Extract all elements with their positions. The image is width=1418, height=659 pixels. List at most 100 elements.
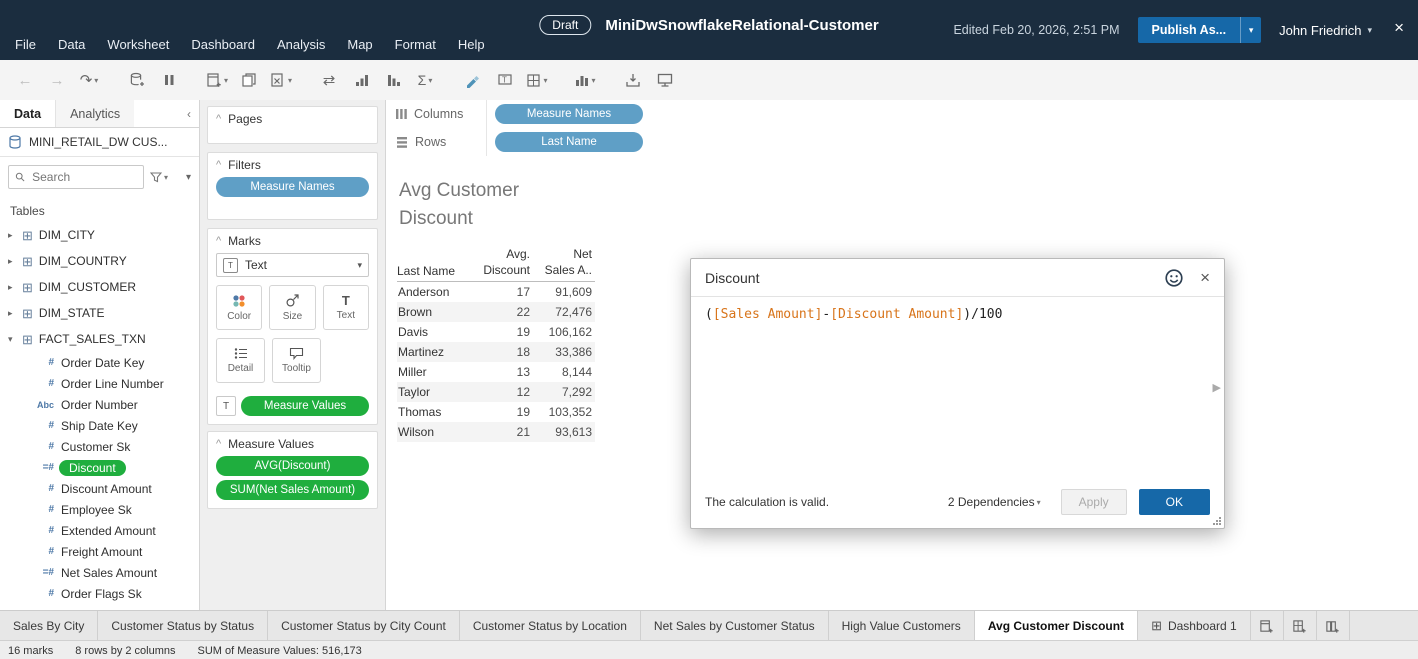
mark-type-dropdown[interactable]: T Text ▾: [216, 253, 369, 277]
sheet-tab[interactable]: Customer Status by Location: [460, 611, 641, 641]
download-icon[interactable]: [618, 67, 648, 93]
dependencies-dropdown[interactable]: 2 Dependencies: [948, 495, 1041, 509]
field-row[interactable]: #Order Line Number: [0, 373, 199, 394]
new-worksheet-icon[interactable]: [202, 67, 232, 93]
datasource-row[interactable]: MINI_RETAIL_DW CUS...: [0, 128, 199, 157]
table-row[interactable]: ▸⊞DIM_STATE: [0, 300, 199, 326]
redo-icon[interactable]: →: [42, 67, 72, 93]
new-datasource-icon[interactable]: [122, 67, 152, 93]
sheet-tab[interactable]: Sales By City: [0, 611, 98, 641]
close-icon[interactable]: ×: [1200, 269, 1210, 286]
tab-analytics[interactable]: Analytics: [55, 100, 134, 127]
dashboard-tab[interactable]: Dashboard 1: [1138, 611, 1251, 641]
table-row[interactable]: Martinez1833,386: [397, 342, 595, 362]
close-icon[interactable]: ×: [1394, 19, 1404, 36]
pause-updates-icon[interactable]: [154, 67, 184, 93]
search-input[interactable]: [30, 169, 137, 185]
rows-pill-last-name[interactable]: Last Name: [495, 132, 643, 152]
collapse-pane-icon[interactable]: ‹: [179, 100, 199, 127]
table-row[interactable]: Miller138,144: [397, 362, 595, 382]
field-row[interactable]: #Employee Sk: [0, 499, 199, 520]
table-row[interactable]: ▾⊞FACT_SALES_TXN: [0, 326, 199, 352]
new-worksheet-button[interactable]: [1251, 611, 1284, 641]
expand-flyout-icon[interactable]: ▶: [1213, 381, 1221, 394]
text-encoding-icon[interactable]: T: [216, 396, 236, 416]
resize-grip[interactable]: [1213, 517, 1221, 525]
columns-shelf-zone[interactable]: Measure Names: [486, 100, 1418, 128]
clear-sheet-icon[interactable]: [266, 67, 296, 93]
sort-ascending-icon[interactable]: [346, 67, 376, 93]
undo-icon[interactable]: ←: [10, 67, 40, 93]
field-row[interactable]: AbcOrder Number: [0, 394, 199, 415]
sheet-tab[interactable]: High Value Customers: [829, 611, 975, 641]
detail-button[interactable]: Detail: [216, 338, 265, 383]
table-row[interactable]: Wilson2193,613: [397, 422, 595, 442]
field-row[interactable]: #Order Date Key: [0, 352, 199, 373]
filters-header[interactable]: Filters: [208, 153, 377, 175]
columns-pill-measure-names[interactable]: Measure Names: [495, 104, 643, 124]
measure-values-header[interactable]: Measure Values: [208, 432, 377, 454]
menu-dashboard[interactable]: Dashboard: [180, 33, 266, 56]
fit-view-icon[interactable]: [570, 67, 600, 93]
publish-as-button[interactable]: Publish As...: [1138, 17, 1241, 43]
field-row[interactable]: #Freight Amount: [0, 541, 199, 562]
menu-analysis[interactable]: Analysis: [266, 33, 336, 56]
menu-help[interactable]: Help: [447, 33, 496, 56]
field-row-discount-selected[interactable]: =#Discount: [0, 457, 199, 478]
field-row[interactable]: #Discount Amount: [0, 478, 199, 499]
field-row[interactable]: #Order Flags Sk: [0, 583, 199, 604]
table-row[interactable]: Davis19106,162: [397, 322, 595, 342]
sheet-tab[interactable]: Net Sales by Customer Status: [641, 611, 829, 641]
sort-descending-icon[interactable]: [378, 67, 408, 93]
table-row[interactable]: Brown2272,476: [397, 302, 595, 322]
field-row[interactable]: #Ship Date Key: [0, 415, 199, 436]
duplicate-sheet-icon[interactable]: [234, 67, 264, 93]
user-menu[interactable]: John Friedrich ▾: [1279, 23, 1372, 38]
swap-rows-columns-icon[interactable]: ⇄: [314, 67, 344, 93]
table-row[interactable]: Taylor127,292: [397, 382, 595, 402]
publish-dropdown-caret[interactable]: ▾: [1240, 17, 1261, 43]
ok-button[interactable]: OK: [1139, 489, 1210, 515]
pages-header[interactable]: Pages: [208, 107, 377, 129]
text-button[interactable]: T Text: [323, 285, 369, 330]
field-row[interactable]: =#Net Sales Amount: [0, 562, 199, 583]
highlight-icon[interactable]: [458, 67, 488, 93]
color-button[interactable]: Color: [216, 285, 262, 330]
show-mark-labels-icon[interactable]: T: [490, 67, 520, 93]
new-story-button[interactable]: [1317, 611, 1350, 641]
menu-worksheet[interactable]: Worksheet: [96, 33, 180, 56]
filter-fields-icon[interactable]: [150, 172, 168, 183]
menu-file[interactable]: File: [4, 33, 47, 56]
tab-data[interactable]: Data: [0, 100, 55, 127]
sheet-tab[interactable]: Customer Status by Status: [98, 611, 268, 641]
table-row[interactable]: Anderson1791,609: [397, 282, 595, 302]
apply-button[interactable]: Apply: [1061, 489, 1127, 515]
totals-icon[interactable]: Σ: [410, 67, 440, 93]
table-row[interactable]: ▸⊞DIM_CUSTOMER: [0, 274, 199, 300]
replay-icon[interactable]: ↷: [74, 67, 104, 93]
marks-header[interactable]: Marks: [208, 229, 377, 251]
menu-data[interactable]: Data: [47, 33, 96, 56]
format-borders-icon[interactable]: [522, 67, 552, 93]
marks-pill-measure-values[interactable]: Measure Values: [241, 396, 369, 416]
field-row[interactable]: #Customer Sk: [0, 436, 199, 457]
filter-pill-measure-names[interactable]: Measure Names: [216, 177, 369, 197]
field-row[interactable]: #Extended Amount: [0, 520, 199, 541]
search-input-wrap[interactable]: [8, 165, 144, 189]
size-button[interactable]: Size: [269, 285, 315, 330]
table-row[interactable]: ▸⊞DIM_COUNTRY: [0, 248, 199, 274]
rows-shelf-zone[interactable]: Last Name: [486, 128, 1418, 156]
tooltip-button[interactable]: Tooltip: [272, 338, 321, 383]
sheet-tab[interactable]: Customer Status by City Count: [268, 611, 460, 641]
sheet-tab-active[interactable]: Avg Customer Discount: [975, 611, 1138, 641]
measure-pill-avg-discount[interactable]: AVG(Discount): [216, 456, 369, 476]
presentation-mode-icon[interactable]: [650, 67, 680, 93]
menu-format[interactable]: Format: [384, 33, 447, 56]
measure-pill-sum-net-sales[interactable]: SUM(Net Sales Amount): [216, 480, 369, 500]
ai-assistant-icon[interactable]: [1164, 268, 1184, 288]
menu-map[interactable]: Map: [336, 33, 383, 56]
table-row[interactable]: Thomas19103,352: [397, 402, 595, 422]
pane-options-icon[interactable]: ▾: [186, 172, 191, 183]
new-dashboard-button[interactable]: [1284, 611, 1317, 641]
table-row[interactable]: ▸⊞DIM_CITY: [0, 222, 199, 248]
